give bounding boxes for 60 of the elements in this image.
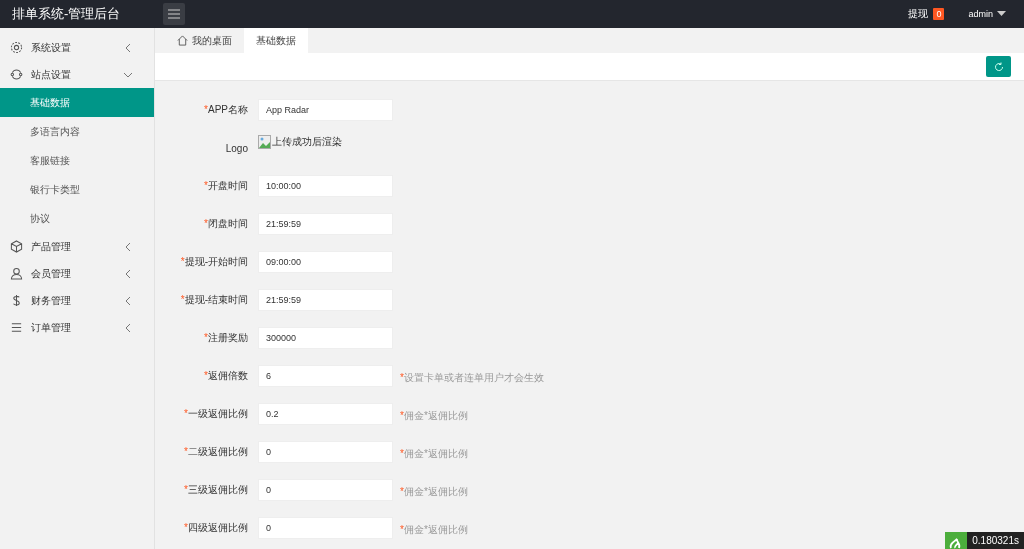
field-label: *二级返佣比例 [183, 445, 249, 459]
sidebar-item[interactable]: 会员管理 [0, 260, 154, 287]
sidebar-subitem[interactable]: 基础数据 [0, 88, 154, 117]
input-field[interactable]: App Radar [258, 99, 393, 121]
input-field[interactable]: 0.2 [258, 403, 393, 425]
app-title: 排单系统-管理后台 [11, 5, 122, 23]
sidebar-subitem[interactable]: 协议 [0, 204, 154, 233]
withdraw-link[interactable]: 提现 [908, 7, 929, 21]
input-field[interactable]: 10:00:00 [258, 175, 393, 197]
field-label: *四级返佣比例 [183, 521, 249, 535]
cube-icon [10, 240, 23, 253]
refresh-icon [993, 61, 1004, 72]
tab[interactable]: 基础数据 [244, 28, 308, 53]
menu-icon [168, 9, 180, 19]
input-field[interactable]: 0 [258, 517, 393, 539]
user-icon [10, 267, 23, 280]
dollar-icon [10, 294, 23, 307]
sidebar-subitem[interactable]: 多语言内容 [0, 117, 154, 146]
flame-icon [945, 532, 968, 549]
user-menu[interactable]: admin [968, 9, 1006, 19]
sidebar-item[interactable]: 站点设置 [0, 61, 154, 88]
tab[interactable]: 我的桌面 [165, 28, 244, 53]
input-field[interactable]: 300000 [258, 327, 393, 349]
field-label: *返佣倍数 [203, 369, 249, 383]
withdraw-count-badge: 0 [933, 8, 945, 20]
field-label: *提现-开始时间 [179, 255, 249, 269]
refresh-button[interactable] [986, 56, 1011, 77]
input-field[interactable]: 21:59:59 [258, 289, 393, 311]
image-alt-text: 上传成功后渲染 [272, 135, 342, 149]
input-field[interactable]: 21:59:59 [258, 213, 393, 235]
list-icon [10, 321, 23, 334]
input-field[interactable]: 0 [258, 441, 393, 463]
sidebar-item[interactable]: 财务管理 [0, 287, 154, 314]
gear-icon [10, 41, 23, 54]
input-field[interactable]: 09:00:00 [258, 251, 393, 273]
menu-button[interactable] [163, 3, 185, 25]
field-label: Logo [224, 142, 249, 154]
sidebar-subitem[interactable]: 银行卡类型 [0, 175, 154, 204]
field-label: *APP名称 [203, 103, 249, 117]
sidebar-item[interactable]: 产品管理 [0, 233, 154, 260]
home-icon [177, 35, 188, 46]
sidebar-item[interactable]: 系统设置 [0, 34, 154, 61]
field-label: *闭盘时间 [203, 217, 249, 231]
field-hint: *佣金*返佣比例 [400, 523, 468, 537]
field-hint: *佣金*返佣比例 [400, 409, 468, 423]
sidebar-subitem[interactable]: 客服链接 [0, 146, 154, 175]
caret-icon [997, 11, 1006, 17]
trace-badge[interactable]: 0.180321s [945, 532, 1024, 549]
field-label: *开盘时间 [203, 179, 249, 193]
input-field[interactable]: 0 [258, 479, 393, 501]
field-label: *注册奖励 [203, 331, 249, 345]
field-hint: *佣金*返佣比例 [400, 485, 468, 499]
input-field[interactable]: 6 [258, 365, 393, 387]
sidebar-item[interactable]: 订单管理 [0, 314, 154, 341]
field-hint: *佣金*返佣比例 [400, 447, 468, 461]
field-label: *三级返佣比例 [183, 483, 249, 497]
field-label: *提现-结束时间 [179, 293, 249, 307]
broken-image-icon [258, 135, 271, 149]
field-hint: *设置卡单或者连单用户才会生效 [400, 371, 544, 385]
field-label: *一级返佣比例 [183, 407, 249, 421]
